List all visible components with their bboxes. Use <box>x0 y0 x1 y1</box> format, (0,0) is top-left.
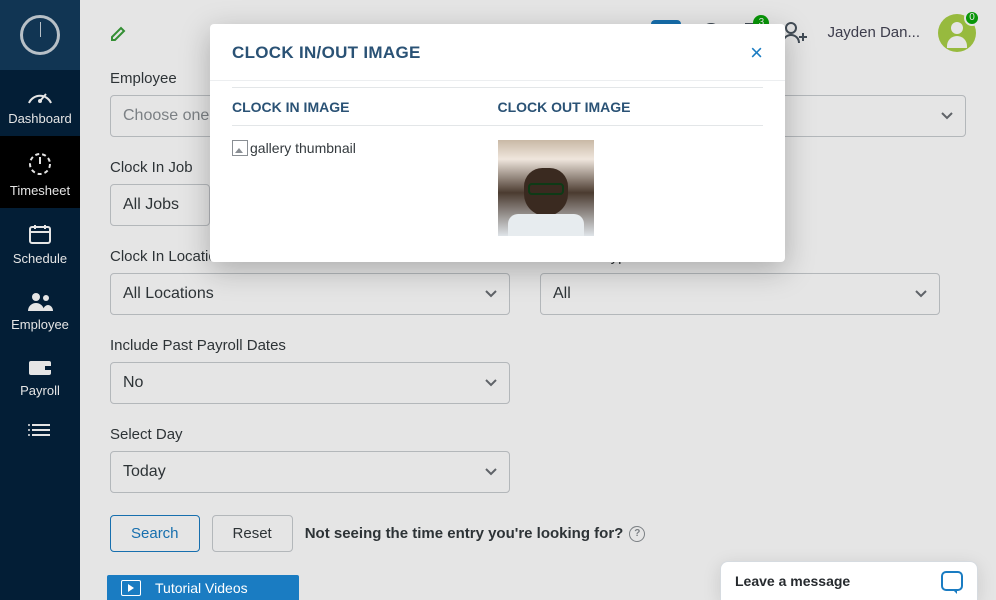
clock-out-col-header: CLOCK OUT IMAGE <box>498 99 764 115</box>
modal-title: CLOCK IN/OUT IMAGE <box>232 43 421 63</box>
clock-image-modal: CLOCK IN/OUT IMAGE × CLOCK IN IMAGE CLOC… <box>210 24 785 262</box>
tutorial-videos-tab[interactable]: Tutorial Videos <box>107 575 299 600</box>
play-icon <box>121 580 141 596</box>
thumbnail-alt: gallery thumbnail <box>250 140 356 156</box>
clock-out-thumbnail[interactable] <box>498 140 594 236</box>
close-icon[interactable]: × <box>750 42 763 64</box>
broken-image-icon <box>232 140 248 156</box>
chat-icon <box>941 571 963 591</box>
chat-label: Leave a message <box>735 573 850 589</box>
chat-widget[interactable]: Leave a message <box>720 561 978 600</box>
tutorial-label: Tutorial Videos <box>155 580 248 596</box>
clock-in-thumbnail[interactable]: gallery thumbnail <box>232 140 498 156</box>
clock-in-col-header: CLOCK IN IMAGE <box>232 99 498 115</box>
